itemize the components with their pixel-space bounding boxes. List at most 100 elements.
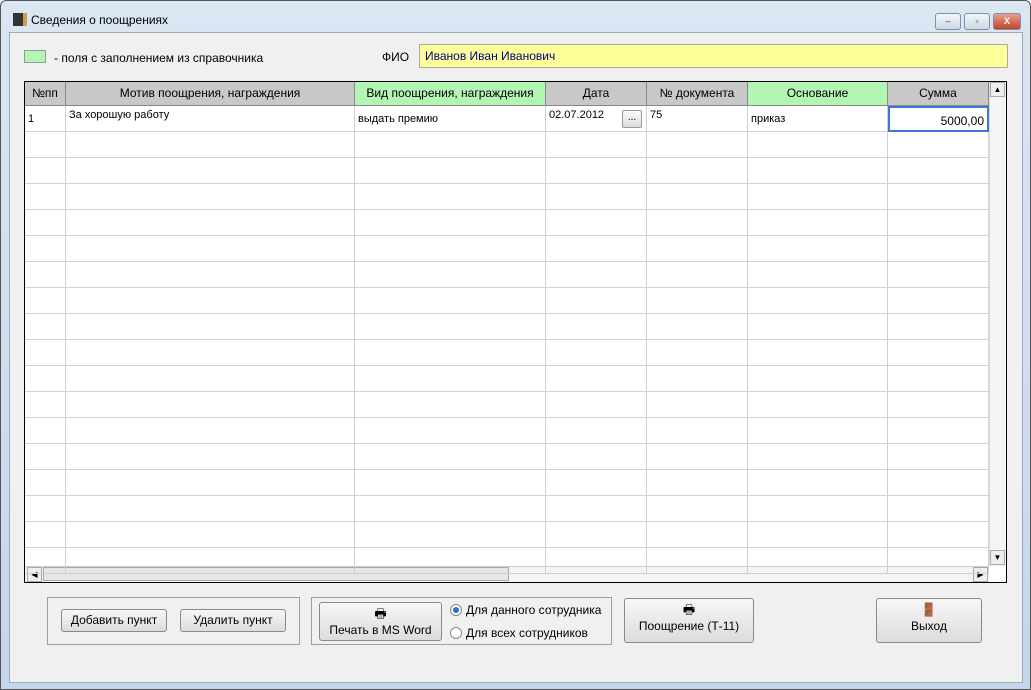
table-row[interactable] bbox=[25, 392, 989, 418]
vertical-scrollbar[interactable]: ▲ ▼ bbox=[989, 82, 1006, 566]
table-cell[interactable] bbox=[66, 288, 355, 314]
table-row[interactable] bbox=[25, 236, 989, 262]
table-cell[interactable] bbox=[355, 158, 546, 184]
table-cell[interactable] bbox=[748, 184, 888, 210]
table-cell[interactable] bbox=[355, 418, 546, 444]
table-cell[interactable] bbox=[748, 158, 888, 184]
exit-button[interactable]: 🚪 Выход bbox=[876, 598, 982, 643]
table-cell[interactable] bbox=[25, 158, 66, 184]
table-cell[interactable] bbox=[355, 236, 546, 262]
table-cell[interactable] bbox=[888, 158, 989, 184]
table-cell[interactable] bbox=[546, 548, 647, 574]
table-cell[interactable] bbox=[888, 132, 989, 158]
table-cell[interactable] bbox=[546, 262, 647, 288]
table-cell[interactable] bbox=[546, 392, 647, 418]
t11-button[interactable]: 🖶 Поощрение (Т-11) bbox=[624, 598, 754, 643]
table-cell[interactable] bbox=[25, 262, 66, 288]
table-cell[interactable] bbox=[546, 470, 647, 496]
table-cell[interactable] bbox=[647, 444, 748, 470]
table-cell[interactable] bbox=[355, 132, 546, 158]
table-cell[interactable] bbox=[25, 314, 66, 340]
table-cell[interactable] bbox=[546, 184, 647, 210]
table-cell[interactable] bbox=[25, 340, 66, 366]
column-header[interactable]: Основание bbox=[748, 82, 888, 106]
table-cell[interactable] bbox=[748, 210, 888, 236]
table-cell[interactable]: приказ bbox=[748, 106, 888, 132]
fio-field[interactable]: Иванов Иван Иванович bbox=[419, 44, 1008, 68]
table-row[interactable] bbox=[25, 366, 989, 392]
table-cell[interactable] bbox=[25, 392, 66, 418]
table-cell[interactable] bbox=[25, 444, 66, 470]
table-row[interactable]: 1 За хорошую работу выдать премию 02.07.201… bbox=[25, 106, 989, 132]
table-cell[interactable] bbox=[355, 496, 546, 522]
table-cell[interactable] bbox=[355, 288, 546, 314]
table-cell[interactable] bbox=[888, 418, 989, 444]
table-cell[interactable] bbox=[888, 548, 989, 574]
table-cell[interactable] bbox=[647, 288, 748, 314]
close-button[interactable]: X bbox=[993, 13, 1021, 30]
table-cell[interactable] bbox=[546, 444, 647, 470]
scroll-down-icon[interactable]: ▼ bbox=[990, 550, 1005, 565]
table-cell[interactable] bbox=[355, 392, 546, 418]
table-cell[interactable] bbox=[66, 236, 355, 262]
table-cell[interactable] bbox=[25, 184, 66, 210]
table-cell[interactable] bbox=[25, 470, 66, 496]
table-cell[interactable] bbox=[355, 522, 546, 548]
table-cell[interactable] bbox=[748, 132, 888, 158]
table-cell[interactable] bbox=[888, 522, 989, 548]
column-header[interactable]: Вид поощрения, награждения bbox=[355, 82, 546, 106]
table-cell[interactable] bbox=[66, 158, 355, 184]
table-cell[interactable] bbox=[355, 184, 546, 210]
table-cell[interactable] bbox=[66, 496, 355, 522]
table-cell[interactable] bbox=[66, 470, 355, 496]
table-row[interactable] bbox=[25, 444, 989, 470]
table-cell[interactable] bbox=[748, 392, 888, 418]
table-cell[interactable] bbox=[25, 522, 66, 548]
table-cell[interactable] bbox=[888, 366, 989, 392]
table-cell[interactable] bbox=[748, 418, 888, 444]
column-header[interactable]: Мотив поощрения, награждения bbox=[66, 82, 355, 106]
table-cell[interactable] bbox=[546, 132, 647, 158]
column-header[interactable]: № документа bbox=[647, 82, 748, 106]
table-cell[interactable] bbox=[647, 418, 748, 444]
delete-item-button[interactable]: Удалить пункт bbox=[180, 609, 286, 632]
table-cell[interactable] bbox=[647, 392, 748, 418]
table-cell[interactable] bbox=[66, 366, 355, 392]
table-cell[interactable] bbox=[647, 184, 748, 210]
table-cell[interactable] bbox=[888, 340, 989, 366]
table-cell[interactable] bbox=[748, 262, 888, 288]
table-cell[interactable] bbox=[748, 288, 888, 314]
table-cell[interactable] bbox=[748, 314, 888, 340]
table-cell[interactable] bbox=[647, 132, 748, 158]
column-header[interactable]: Дата bbox=[546, 82, 647, 106]
table-cell[interactable] bbox=[888, 470, 989, 496]
maximize-button[interactable]: ▫ bbox=[964, 13, 990, 30]
table-cell[interactable] bbox=[66, 314, 355, 340]
table-cell[interactable] bbox=[66, 418, 355, 444]
table-cell[interactable] bbox=[546, 210, 647, 236]
table-cell[interactable] bbox=[647, 210, 748, 236]
radio-button[interactable] bbox=[450, 627, 462, 639]
table-cell[interactable] bbox=[355, 340, 546, 366]
table-cell[interactable] bbox=[355, 444, 546, 470]
table-cell[interactable] bbox=[355, 210, 546, 236]
table-row[interactable] bbox=[25, 314, 989, 340]
table-cell[interactable] bbox=[647, 262, 748, 288]
table-cell[interactable]: 1 bbox=[25, 106, 66, 132]
table-cell[interactable] bbox=[25, 496, 66, 522]
table-cell[interactable] bbox=[25, 288, 66, 314]
table-cell[interactable] bbox=[66, 340, 355, 366]
table-cell[interactable] bbox=[647, 548, 748, 574]
table-cell[interactable] bbox=[66, 392, 355, 418]
table-cell[interactable] bbox=[546, 288, 647, 314]
table-cell[interactable] bbox=[25, 366, 66, 392]
table-row[interactable] bbox=[25, 132, 989, 158]
table-row[interactable] bbox=[25, 184, 989, 210]
table-row[interactable] bbox=[25, 262, 989, 288]
table-cell[interactable]: выдать премию bbox=[355, 106, 546, 132]
table-cell[interactable] bbox=[748, 470, 888, 496]
table-cell[interactable] bbox=[888, 314, 989, 340]
column-header[interactable]: №пп bbox=[25, 82, 66, 106]
table-row[interactable] bbox=[25, 158, 989, 184]
table-cell[interactable] bbox=[355, 314, 546, 340]
